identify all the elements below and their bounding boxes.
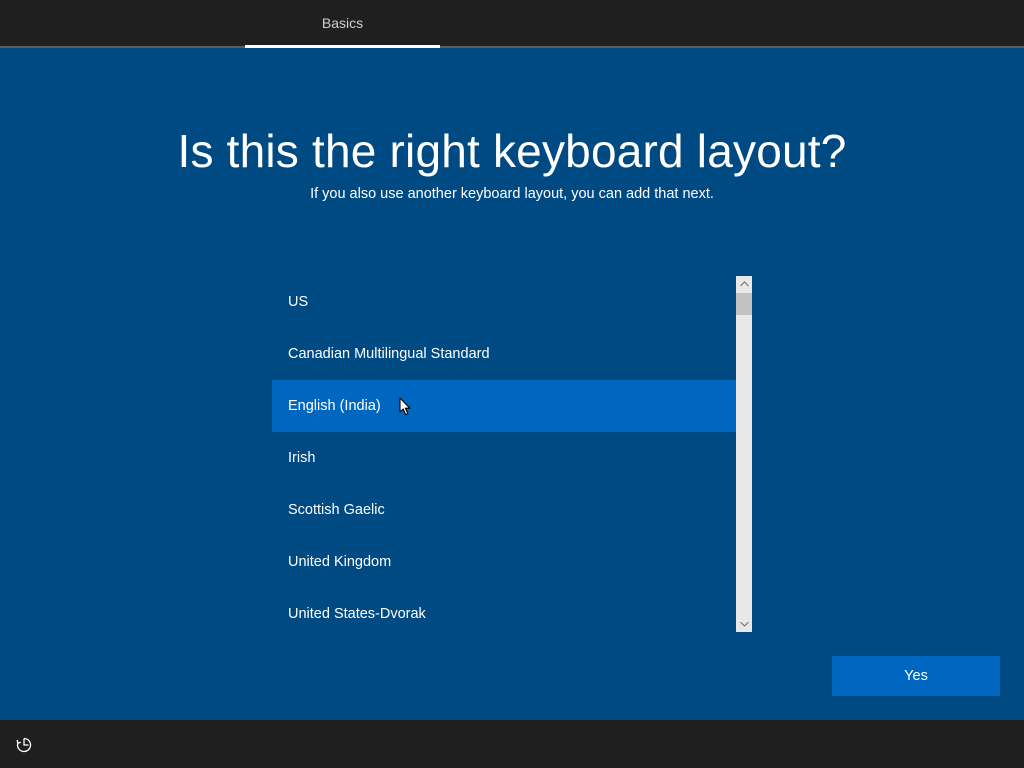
tab-basics[interactable]: Basics (245, 0, 440, 46)
bottom-bar (0, 720, 1024, 768)
list-item-english-india[interactable]: English (India) (272, 380, 736, 432)
list-item-canadian-multilingual-standard[interactable]: Canadian Multilingual Standard (272, 328, 736, 380)
keyboard-layout-items: US Canadian Multilingual Standard Englis… (272, 276, 736, 632)
list-item-us[interactable]: US (272, 276, 736, 328)
list-item-united-states-dvorak[interactable]: United States-Dvorak (272, 588, 736, 632)
scroll-down-icon[interactable] (736, 616, 752, 632)
list-item-scottish-gaelic[interactable]: Scottish Gaelic (272, 484, 736, 536)
page-subtitle: If you also use another keyboard layout,… (310, 186, 714, 202)
list-item-label: Irish (288, 450, 316, 466)
accessibility-icon[interactable] (14, 735, 34, 755)
list-item-label: Canadian Multilingual Standard (288, 346, 490, 362)
page-title: Is this the right keyboard layout? (177, 125, 847, 177)
list-item-united-kingdom[interactable]: United Kingdom (272, 536, 736, 588)
list-item-label: English (India) (288, 398, 381, 414)
mouse-pointer-icon (399, 397, 411, 416)
list-item-label: US (288, 294, 309, 310)
yes-button-label: Yes (904, 668, 928, 684)
tab-basics-label: Basics (321, 15, 364, 31)
scroll-thumb[interactable] (736, 293, 752, 315)
list-item-label: Scottish Gaelic (288, 502, 385, 518)
list-scrollbar[interactable] (736, 276, 752, 632)
tab-basics-underline (245, 45, 440, 48)
oobe-page: Basics Is this the right keyboard layout… (0, 0, 1024, 768)
list-item-irish[interactable]: Irish (272, 432, 736, 484)
yes-button[interactable]: Yes (832, 656, 1000, 696)
list-item-label: United Kingdom (288, 554, 392, 570)
scroll-up-icon[interactable] (736, 276, 752, 292)
keyboard-layout-list[interactable]: US Canadian Multilingual Standard Englis… (272, 276, 752, 632)
top-bar-divider (0, 46, 1024, 48)
list-item-label: United States-Dvorak (288, 606, 426, 622)
top-bar (0, 0, 1024, 46)
